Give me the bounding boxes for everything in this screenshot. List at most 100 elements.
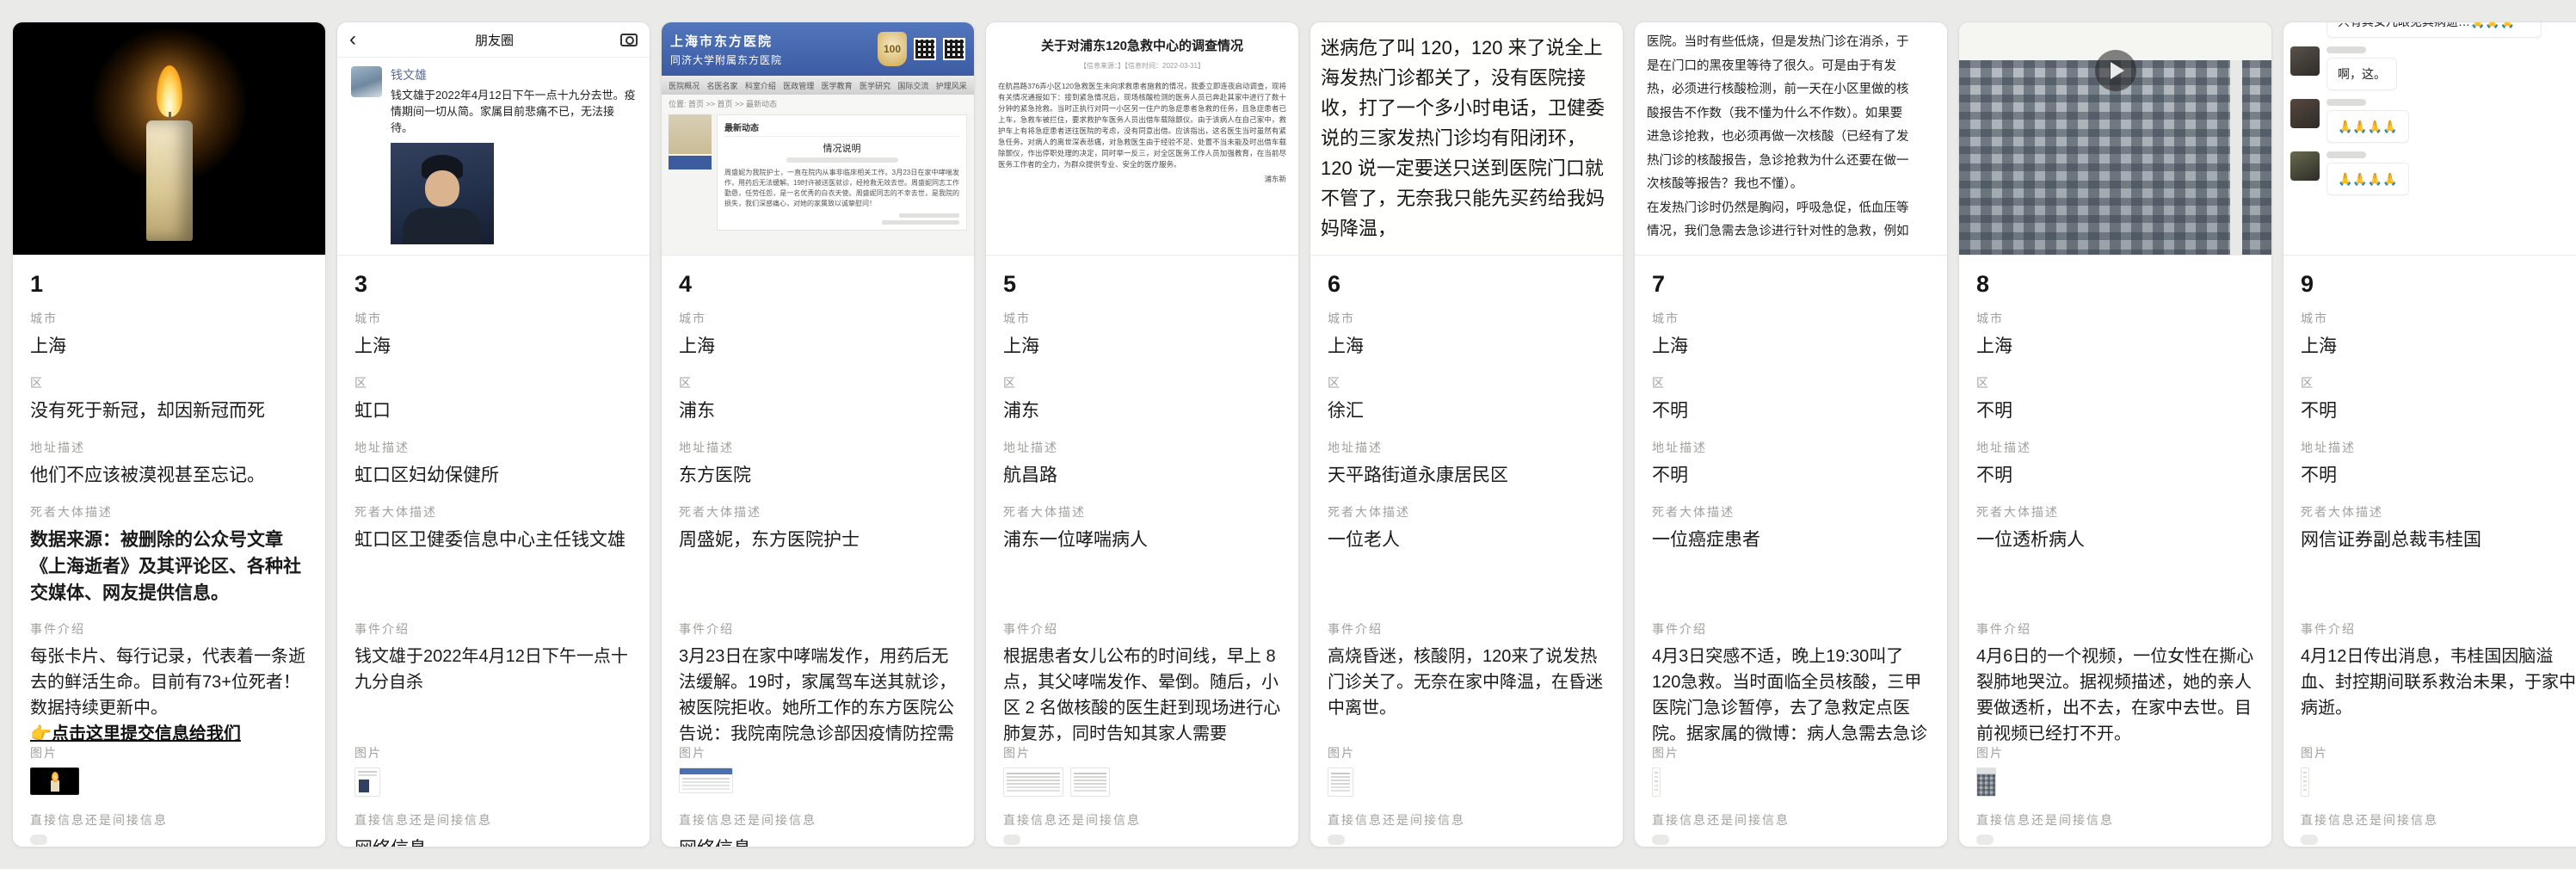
strip-thumbnail[interactable]	[2301, 767, 2309, 797]
property-district: 区 浦东	[1003, 374, 1281, 424]
strip-thumbnail[interactable]	[1652, 767, 1661, 797]
document-text: 在航昌路376弄小区120急救医生未向求救患者施救的情况，我委立即连夜启动调查，…	[998, 81, 1286, 170]
cover-wechat-moments-screenshot: ‹朋友圈钱文雄钱文雄于2022年4月12日下午一点十九分去世。疫情期间一切从简。…	[337, 22, 650, 256]
card-number: 3	[354, 271, 632, 298]
cover-candle-photo	[13, 22, 325, 256]
field-value-city: 上海	[1976, 333, 2254, 360]
nav-item: 国际交流	[897, 80, 928, 91]
field-label-city: 城市	[679, 310, 957, 327]
announcement-text: 周盛妮为我院护士，一直在院内从事非临床相关工作。3月23日在家中哮喘发作，用药后…	[724, 168, 959, 209]
candle-thumbnail[interactable]	[30, 767, 79, 795]
blurred-username	[2326, 151, 2366, 158]
field-value-event: 每张卡片、每行记录，代表着一条逝去的鲜活生命。目前有73+位死者！数据持续更新中…	[30, 644, 308, 721]
site-content: 最新动态情况说明周盛妮为我院护士，一直在院内从事非临床相关工作。3月23日在家中…	[662, 113, 974, 237]
record-card[interactable]: 迷病危了叫 120，120 来了说全上海发热门诊都关了，没有医院接收，打了一个多…	[1310, 22, 1624, 847]
empty-value-pill	[1652, 835, 1669, 845]
submit-info-link[interactable]: 👉点击这里提交信息给我们	[30, 721, 241, 743]
doc-photo-thumbnail[interactable]	[354, 767, 380, 797]
text-doc-thumbnail[interactable]	[1328, 767, 1353, 797]
record-card[interactable]: 8 城市 上海 区 不明 地址描述 不明 死者大体描述 一位透析病人 事件介绍 …	[1958, 22, 2272, 847]
chat-bubble: 啊，这。	[2326, 58, 2397, 90]
field-value-event: 钱文雄于2022年4月12日下午一点十九分自杀	[354, 644, 632, 695]
property-district: 区 浦东	[679, 374, 957, 424]
field-label-district: 区	[30, 374, 308, 391]
field-value-address: 航昌路	[1003, 462, 1281, 489]
property-direct: 直接信息还是间接信息 网络信息	[679, 811, 957, 847]
field-value-address: 东方医院	[679, 462, 957, 489]
text-doc-thumbnail[interactable]	[1070, 767, 1110, 797]
card-body: 6 城市 上海 区 徐汇 地址描述 天平路街道永康居民区 死者大体描述 一位老人…	[1310, 256, 1623, 847]
field-value-address: 他们不应该被漠视甚至忘记。	[30, 462, 308, 489]
field-value-city: 上海	[1652, 333, 1930, 360]
text-doc-thumbnail[interactable]	[1003, 767, 1063, 797]
gallery-board[interactable]: 1 城市 上海 区 没有死于新冠，却因新冠而死 地址描述 他们不应该被漠视甚至忘…	[0, 0, 2576, 847]
record-card[interactable]: 只有其女儿眼见其病逝…🙏🙏🙏啊，这。🙏🙏🙏🙏🙏🙏🙏🙏 9 城市 上海 区 不明 …	[2283, 22, 2576, 847]
field-label-direct: 直接信息还是间接信息	[679, 811, 957, 829]
record-card[interactable]: 关于对浦东120急救中心的调查情况【信息来源：】【信息时间：2022-03-31…	[985, 22, 1299, 847]
nav-item: 医政管理	[783, 80, 814, 91]
field-value-city: 上海	[1328, 333, 1605, 360]
moments-header: ‹朋友圈	[337, 22, 650, 57]
field-value-city: 上海	[2301, 333, 2576, 360]
field-label-image: 图片	[1328, 744, 1605, 761]
field-value-district: 徐汇	[1328, 398, 1605, 424]
record-card[interactable]: 1 城市 上海 区 没有死于新冠，却因新冠而死 地址描述 他们不应该被漠视甚至忘…	[12, 22, 326, 847]
field-value-deceased: 一位老人	[1328, 527, 1605, 553]
property-district: 区 没有死于新冠，却因新冠而死	[30, 374, 308, 424]
field-label-deceased: 死者大体描述	[1976, 503, 2254, 521]
card-body: 9 城市 上海 区 不明 地址描述 不明 死者大体描述 网信证券副总裁韦桂国 事…	[2283, 256, 2576, 847]
field-value-deceased: 浦东一位哮喘病人	[1003, 527, 1281, 553]
property-district: 区 不明	[1652, 374, 1930, 424]
property-event: 事件介绍 高烧昏迷，核酸阴，120来了说发热门诊关了。无奈在家中降温，在昏迷中离…	[1328, 620, 1605, 743]
building-thumbnail[interactable]	[1976, 767, 1996, 797]
image-thumbnails	[1976, 767, 2254, 797]
field-value-district: 没有死于新冠，却因新冠而死	[30, 398, 308, 424]
field-label-district: 区	[1328, 374, 1605, 391]
site-thumbnail[interactable]	[679, 767, 733, 793]
field-label-address: 地址描述	[354, 439, 632, 456]
property-event: 事件介绍 3月23日在家中哮喘发作，用药后无法缓解。19时，家属驾车送其就诊，被…	[679, 620, 957, 743]
property-city: 城市 上海	[2301, 310, 2576, 360]
property-address: 地址描述 不明	[2301, 439, 2576, 489]
field-value-district: 浦东	[1003, 398, 1281, 424]
chat-message-col: 啊，这。	[2326, 46, 2397, 90]
hospital-subname: 同济大学附属东方医院	[670, 52, 871, 67]
empty-value-pill	[1976, 835, 1994, 845]
screenshot-text: 医院。当时有些低烧，但是发热门诊在消杀，于 是在门口的黑夜里等待了很久。可是由于…	[1647, 31, 1935, 244]
property-event: 事件介绍 4月12日传出消息，韦桂国因脑溢血、封控期间联系救治未果，于家中病逝。	[2301, 620, 2576, 743]
field-value-address: 不明	[1652, 462, 1930, 489]
play-button	[2095, 50, 2136, 91]
property-deceased: 死者大体描述 网信证券副总裁韦桂国	[2301, 503, 2576, 608]
field-value-direct: 网络信息	[354, 835, 632, 847]
chat-message-col: 🙏🙏🙏🙏	[2326, 99, 2409, 143]
image-thumbnails	[679, 767, 957, 793]
property-address: 地址描述 他们不应该被漠视甚至忘记。	[30, 439, 308, 489]
record-card[interactable]: 上海市东方医院同济大学附属东方医院100医院概况名医名家科室介绍医政管理医学教育…	[661, 22, 975, 847]
field-label-direct: 直接信息还是间接信息	[1003, 811, 1281, 829]
property-deceased: 死者大体描述 一位癌症患者	[1652, 503, 1930, 608]
field-label-deceased: 死者大体描述	[2301, 503, 2576, 521]
camera-icon	[620, 34, 638, 46]
field-label-district: 区	[1652, 374, 1930, 391]
property-address: 地址描述 不明	[1976, 439, 2254, 489]
post-text: 钱文雄于2022年4月12日下午一点十九分去世。疫情期间一切从简。家属目前悲痛不…	[391, 87, 636, 136]
chat-bubble: 🙏🙏🙏🙏	[2326, 110, 2409, 143]
record-card[interactable]: 医院。当时有些低烧，但是发热门诊在消杀，于 是在门口的黑夜里等待了很久。可是由于…	[1634, 22, 1948, 847]
record-card[interactable]: ‹朋友圈钱文雄钱文雄于2022年4月12日下午一点十九分去世。疫情期间一切从简。…	[336, 22, 650, 847]
field-value-city: 上海	[1003, 333, 1281, 360]
property-image: 图片	[30, 744, 308, 801]
field-label-city: 城市	[30, 310, 308, 327]
breadcrumb: 位置: 首页 >> 首页 >> 最新动态	[662, 95, 974, 113]
image-thumbnails	[30, 767, 308, 795]
property-city: 城市 上海	[679, 310, 957, 360]
chat-message-row: 🙏🙏🙏🙏	[2290, 151, 2576, 195]
property-direct: 直接信息还是间接信息	[1652, 811, 1930, 845]
property-event: 事件介绍 根据患者女儿公布的时间线，早上 8 点，其父哮喘发作、晕倒。随后，小区…	[1003, 620, 1281, 743]
card-body: 1 城市 上海 区 没有死于新冠，却因新冠而死 地址描述 他们不应该被漠视甚至忘…	[13, 256, 325, 847]
blurred-username	[2326, 46, 2366, 53]
field-value-event: 3月23日在家中哮喘发作，用药后无法缓解。19时，家属驾车送其就诊，被医院拒收。…	[679, 644, 957, 743]
announcement-title: 情况说明	[724, 141, 959, 155]
post-photo	[391, 143, 494, 244]
field-label-image: 图片	[30, 744, 308, 761]
field-label-address: 地址描述	[1328, 439, 1605, 456]
